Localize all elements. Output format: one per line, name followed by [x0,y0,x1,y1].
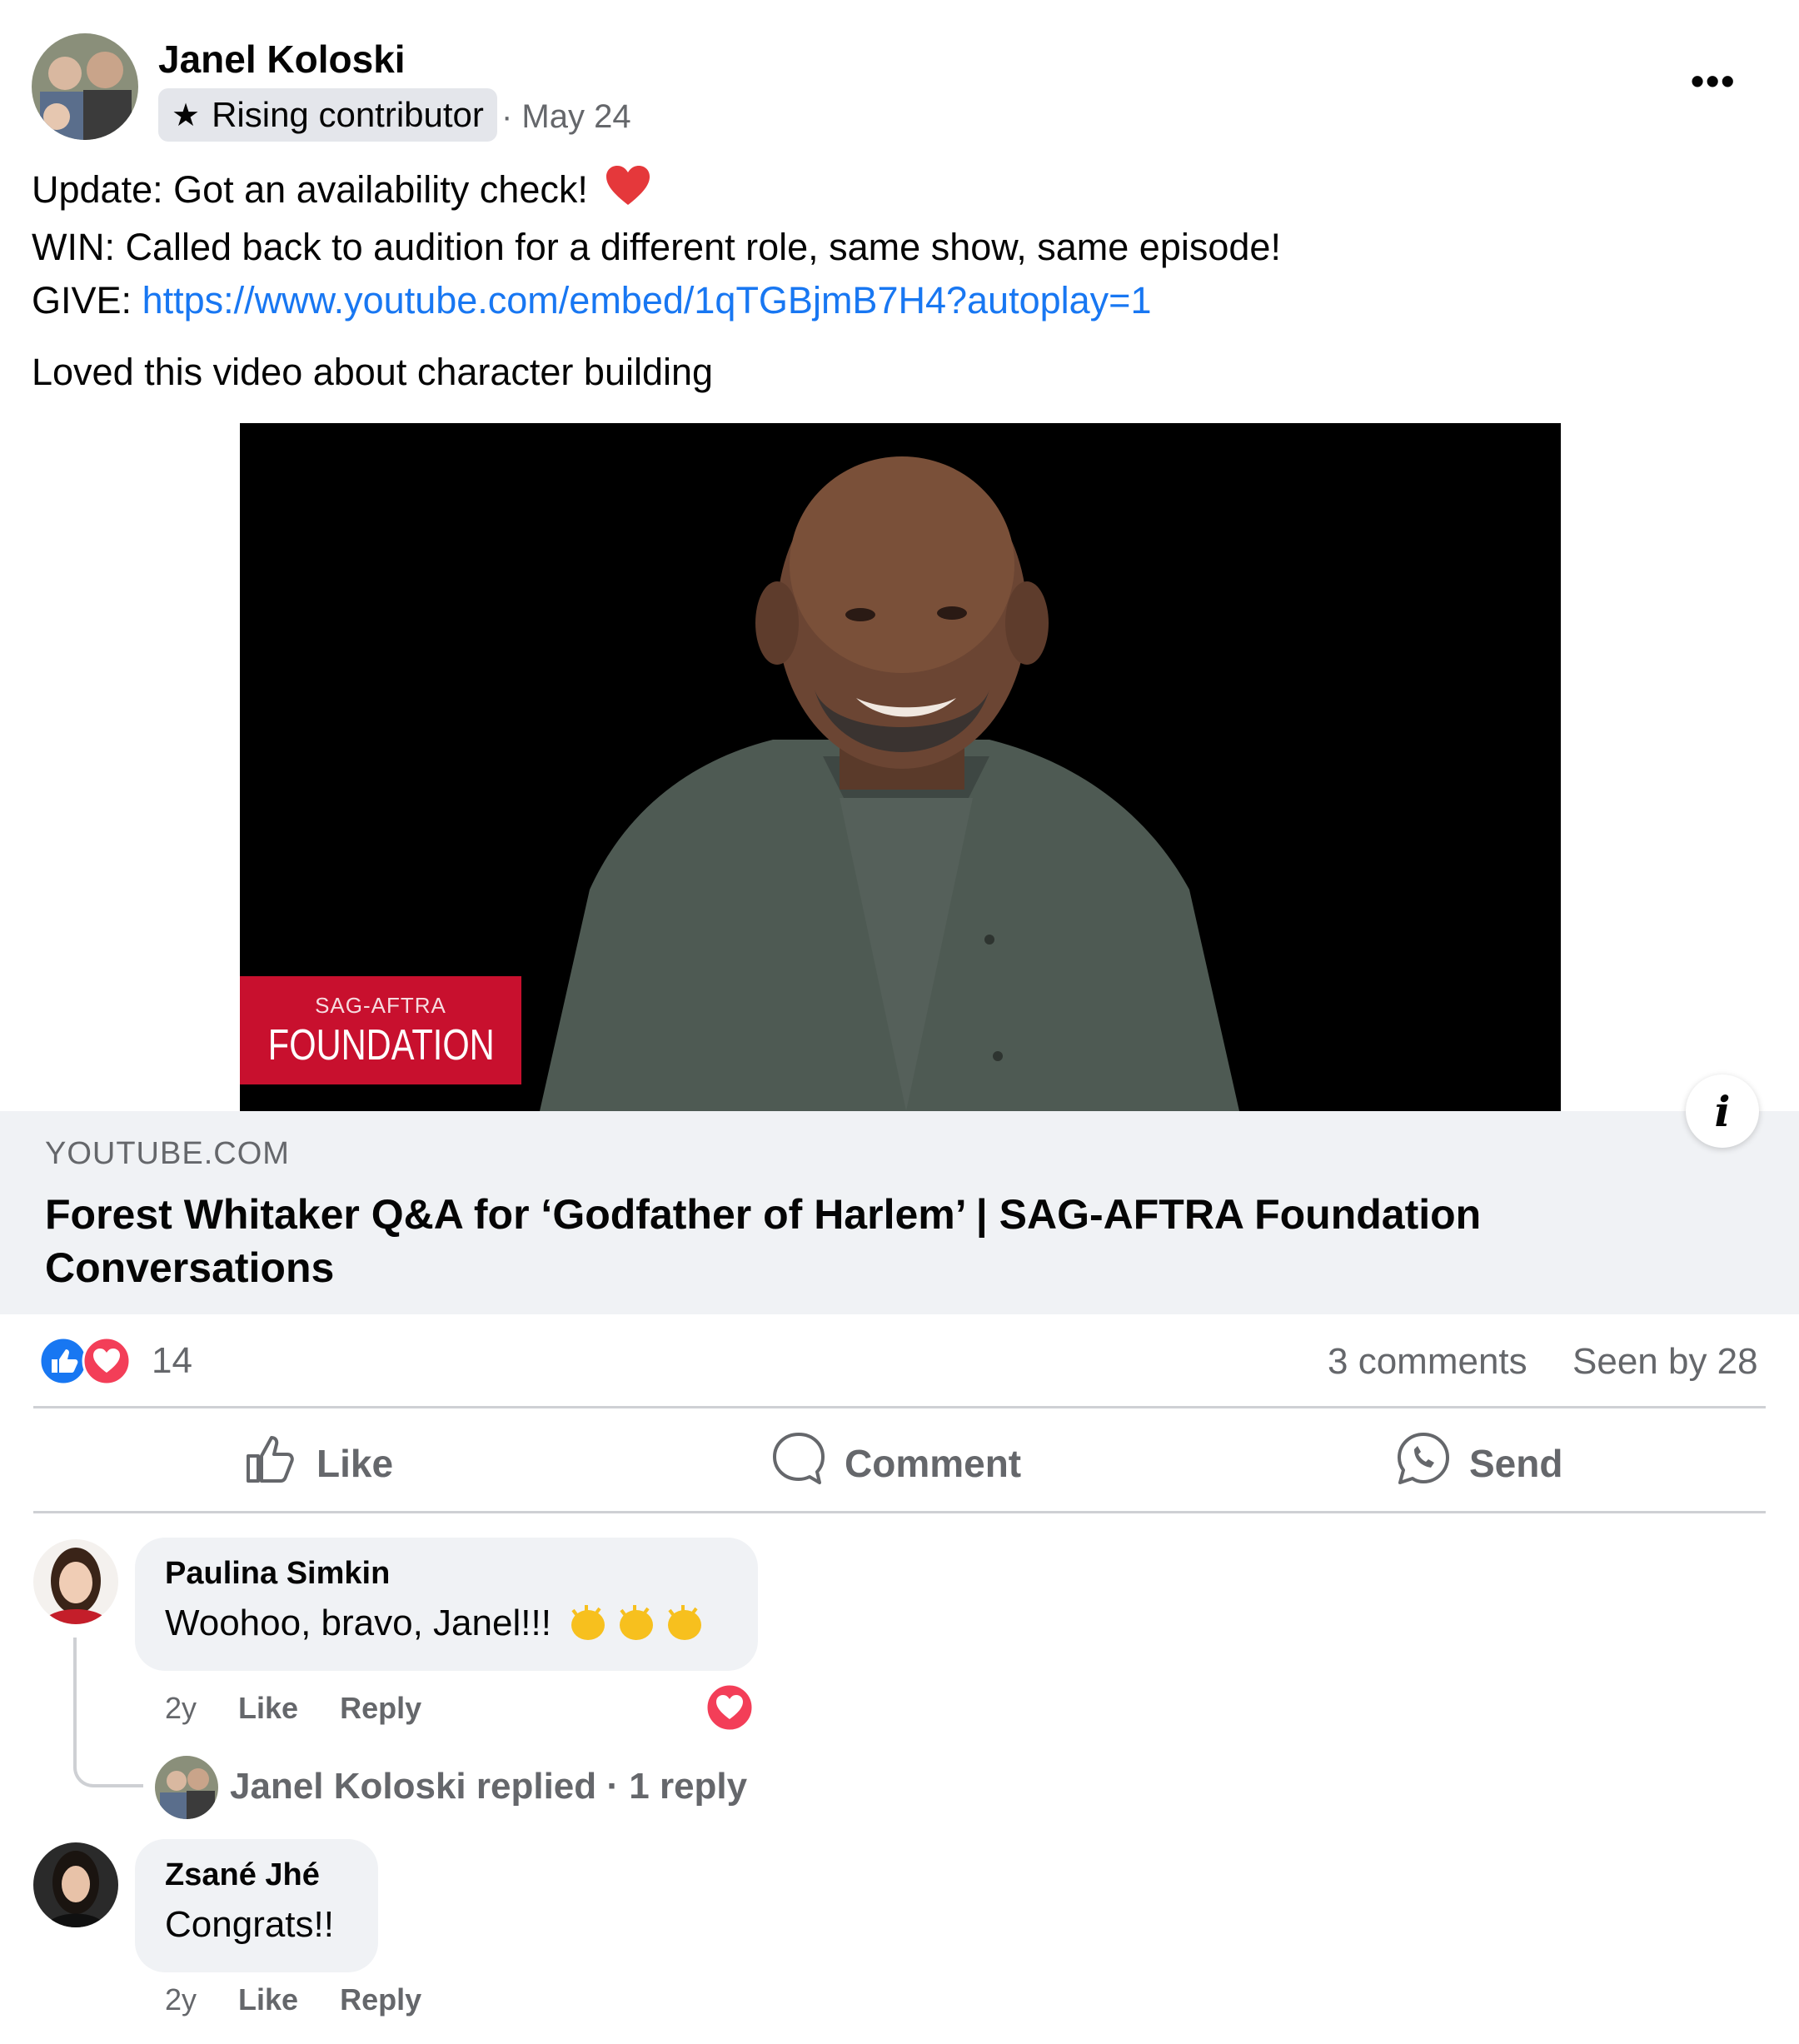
foundation-logo: SAG-AFTRA FOUNDATION [240,976,521,1084]
logo-big-text: FOUNDATION [267,1021,495,1069]
comment-meta: 2y Like Reply [165,1691,421,1726]
post-line-4: Loved this video about character buildin… [32,350,714,393]
comment-like-link[interactable]: Like [238,1691,298,1726]
like-button[interactable]: Like [243,1431,393,1495]
comment-reply-link[interactable]: Reply [340,1982,421,2017]
comment-meta: 2y Like Reply [165,1982,421,2017]
love-reaction-icon [82,1336,132,1386]
info-icon[interactable]: i [1686,1074,1759,1148]
like-reaction-icon [38,1336,88,1386]
comment-age[interactable]: 2y [165,1982,197,2017]
comment-age[interactable]: 2y [165,1691,197,1726]
comment-button[interactable]: Comment [771,1431,1021,1495]
post-body: Update: Got an availability check! WIN: … [32,163,1281,399]
comment-label: Comment [845,1441,1022,1485]
contributor-badge[interactable]: ★ Rising contributor [158,88,497,142]
logo-small-text: SAG-AFTRA [315,993,446,1018]
send-button[interactable]: Send [1396,1431,1562,1495]
thumbs-up-icon [243,1431,298,1495]
divider [33,1406,1766,1408]
post-line-3: GIVE: https://www.youtube.com/embed/1qTG… [32,278,1152,322]
link-domain: YOUTUBE.COM [45,1136,290,1171]
seen-by[interactable]: Seen by 28 [1572,1341,1758,1383]
star-icon: ★ [172,97,201,133]
comments-count[interactable]: 3 comments [1328,1341,1527,1383]
comment-bubble: Paulina Simkin Woohoo, bravo, Janel!!! [135,1538,758,1671]
post-line-2: WIN: Called back to audition for a diffe… [32,225,1281,268]
clap-emoji-icon [566,1603,706,1643]
love-reaction-icon[interactable] [705,1683,755,1737]
reaction-count: 14 [152,1340,192,1381]
view-replies-link[interactable]: Janel Koloski replied · 1 reply [230,1766,747,1807]
send-icon [1396,1431,1451,1495]
commenter-avatar[interactable] [33,1539,118,1624]
video-thumbnail[interactable]: SAG-AFTRA FOUNDATION [240,423,1561,1111]
youtube-link[interactable]: https://www.youtube.com/embed/1qTGBjmB7H… [142,279,1152,322]
post-date[interactable]: · May 24 [501,98,631,136]
reactions-summary[interactable]: 14 [38,1336,192,1386]
badge-label: Rising contributor [212,95,484,134]
comment-icon [771,1431,826,1495]
more-icon[interactable]: ••• [1691,58,1736,103]
commenter-name[interactable]: Paulina Simkin [165,1556,390,1592]
author-avatar[interactable] [32,33,138,140]
like-label: Like [316,1441,394,1485]
author-name[interactable]: Janel Koloski [158,37,406,82]
send-label: Send [1469,1441,1563,1485]
comment-like-link[interactable]: Like [238,1982,298,2017]
heart-emoji-icon [605,165,651,221]
comment-reply-link[interactable]: Reply [340,1691,421,1726]
comment-text: Woohoo, bravo, Janel!!! [165,1603,706,1644]
comment-bubble: Zsané Jhé Congrats!! [135,1839,378,1972]
link-title: Forest Whitaker Q&A for ‘Godfather of Ha… [45,1191,1482,1291]
comment-text: Congrats!! [165,1904,334,1945]
link-preview-card[interactable]: YOUTUBE.COM Forest Whitaker Q&A for ‘God… [0,1111,1799,1314]
commenter-name[interactable]: Zsané Jhé [165,1857,320,1893]
thread-line [73,1638,143,1787]
divider [33,1511,1766,1513]
post-line-1: Update: Got an availability check! [32,163,1281,221]
commenter-avatar[interactable] [33,1842,118,1927]
reply-avatar[interactable] [155,1756,218,1819]
